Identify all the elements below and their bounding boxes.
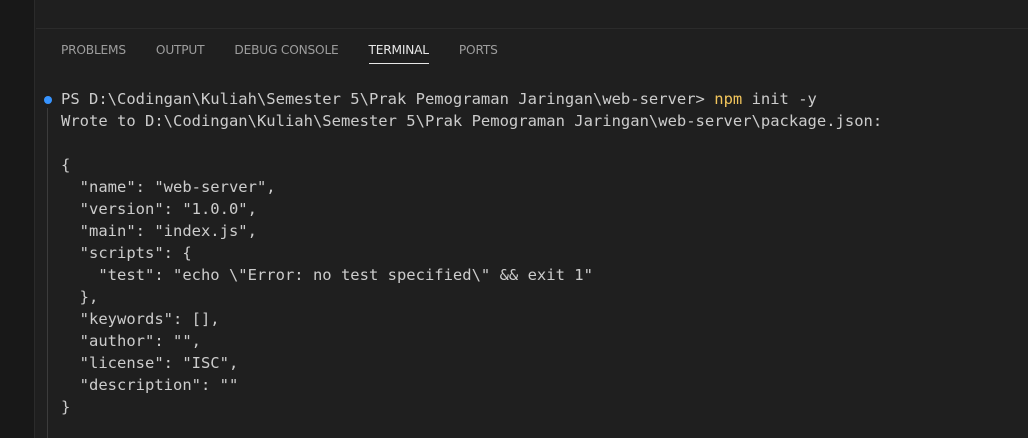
terminal-output-line: Wrote to D:\Codingan\Kuliah\Semester 5\P… xyxy=(61,112,883,130)
terminal-output-line: "license": "ISC", xyxy=(61,354,239,372)
terminal-output-line: }, xyxy=(61,288,99,306)
terminal-prompt: PS D:\Codingan\Kuliah\Semester 5\Prak Pe… xyxy=(61,90,715,108)
vscode-panel-window: PROBLEMS OUTPUT DEBUG CONSOLE TERMINAL P… xyxy=(0,0,1028,438)
terminal-output-line: "description": "" xyxy=(61,376,239,394)
panel-tab-bar: PROBLEMS OUTPUT DEBUG CONSOLE TERMINAL P… xyxy=(36,40,503,68)
terminal-output-line: } xyxy=(61,398,71,416)
command-gutter-bar xyxy=(47,108,48,438)
terminal-output-line: "name": "web-server", xyxy=(61,178,276,196)
activity-strip xyxy=(0,0,35,438)
terminal-command-args: init -y xyxy=(742,90,817,108)
tab-ports[interactable]: PORTS xyxy=(459,40,498,63)
bottom-panel: PROBLEMS OUTPUT DEBUG CONSOLE TERMINAL P… xyxy=(36,0,1028,438)
tab-problems[interactable]: PROBLEMS xyxy=(61,40,126,63)
terminal-output-line: "main": "index.js", xyxy=(61,222,257,240)
tab-output[interactable]: OUTPUT xyxy=(156,40,205,63)
terminal-view[interactable]: PS D:\Codingan\Kuliah\Semester 5\Prak Pe… xyxy=(36,86,1028,438)
terminal-command-name: npm xyxy=(714,90,743,108)
panel-top-border xyxy=(36,28,1028,29)
terminal-prompt-line: PS D:\Codingan\Kuliah\Semester 5\Prak Pe… xyxy=(61,88,817,110)
command-decoration-dot-icon[interactable] xyxy=(44,96,52,104)
tab-terminal[interactable]: TERMINAL xyxy=(368,40,429,64)
terminal-output-line: "scripts": { xyxy=(61,244,192,262)
terminal-output-line: "keywords": [], xyxy=(61,310,220,328)
terminal-output-line: "author": "", xyxy=(61,332,201,350)
tab-debug-console[interactable]: DEBUG CONSOLE xyxy=(234,40,338,63)
terminal-output-line: "test": "echo \"Error: no test specified… xyxy=(61,266,593,284)
terminal-output-line: "version": "1.0.0", xyxy=(61,200,257,218)
terminal-output-line: { xyxy=(61,156,71,174)
